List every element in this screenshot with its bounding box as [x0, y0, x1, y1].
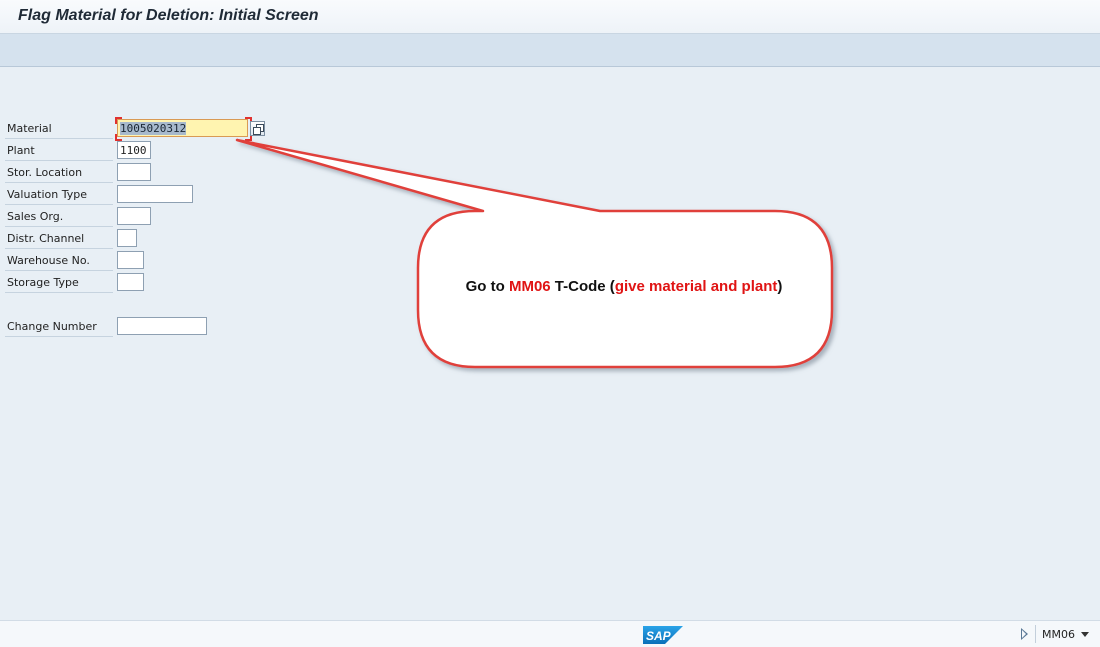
callout-part1: Go to — [465, 278, 509, 295]
transaction-code[interactable]: MM06 — [1042, 628, 1075, 641]
status-divider — [1035, 625, 1036, 643]
dropdown-caret-icon[interactable] — [1081, 632, 1089, 637]
callout-part3: ) — [777, 278, 783, 295]
callout-tcode: MM06 — [508, 278, 551, 295]
sap-logo-icon: SAP — [643, 626, 683, 644]
callout-text: Go to MM06 T-Code (give material and pla… — [418, 278, 830, 295]
status-bar: SAP MM06 — [0, 620, 1100, 647]
status-expand-icon[interactable] — [1021, 628, 1028, 640]
callout-hint: give material and plant — [614, 278, 778, 295]
callout-bubble — [235, 138, 834, 369]
sap-logo-text: SAP — [646, 629, 672, 643]
callout-part2: T-Code ( — [550, 278, 615, 295]
